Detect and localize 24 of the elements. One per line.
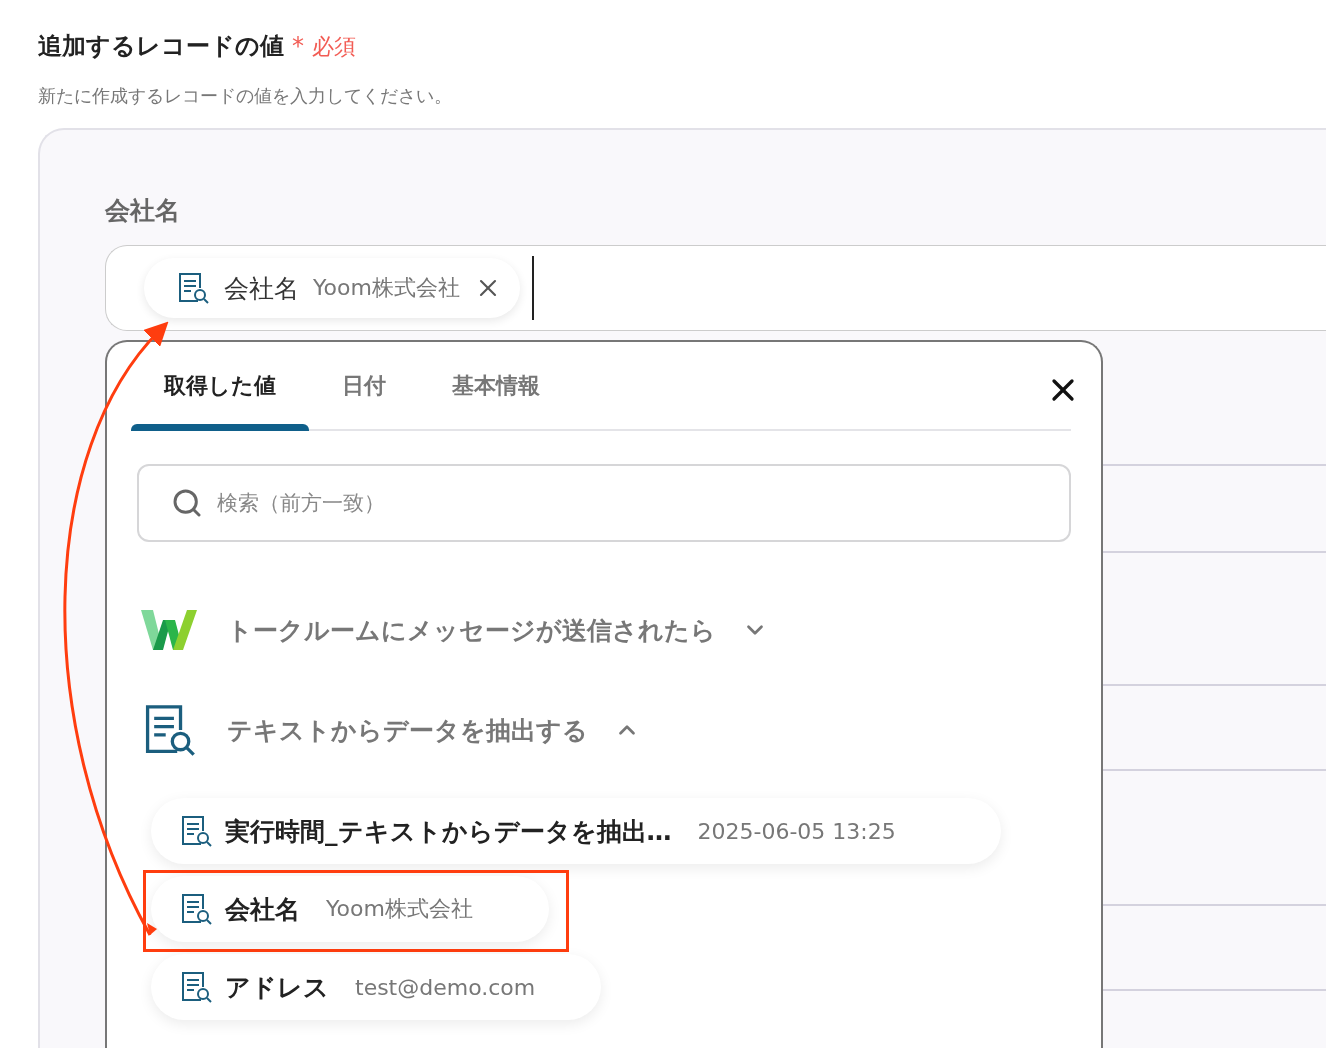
- group-toggle[interactable]: トークルームにメッセージが送信されたら: [227, 613, 768, 647]
- tab[interactable]: 取得した値: [131, 342, 309, 429]
- text-cursor: [531, 256, 534, 320]
- required-asterisk: *: [292, 32, 304, 60]
- input-field[interactable]: 会社名 Yoom株式会社: [105, 245, 1326, 331]
- required-label: 必須: [312, 33, 356, 61]
- section-description: 新たに作成するレコードの値を入力してください。: [38, 84, 453, 108]
- field-label: 会社名: [105, 195, 181, 227]
- search-icon: [171, 487, 203, 519]
- chip-name: 会社名: [224, 272, 299, 305]
- document-search-icon: [176, 271, 210, 305]
- group-toggle[interactable]: テキストからデータを抽出する: [227, 713, 640, 747]
- value-item[interactable]: 実行時間_テキストからデータを抽出… 2025-06-05 13:25: [151, 798, 1001, 864]
- value-item[interactable]: 会社名 Yoom株式会社: [151, 876, 549, 942]
- w-logo-icon: [141, 610, 197, 650]
- value-item[interactable]: アドレス test@demo.com: [151, 954, 601, 1020]
- tab[interactable]: 日付: [309, 342, 419, 429]
- tab[interactable]: 基本情報: [419, 342, 573, 429]
- document-search-icon: [179, 892, 213, 926]
- search-field[interactable]: 検索（前方一致）: [137, 464, 1071, 542]
- section-title: 追加するレコードの値: [38, 31, 284, 62]
- document-search-icon: [179, 970, 213, 1004]
- document-search-icon: [179, 814, 213, 848]
- chip-value: Yoom株式会社: [313, 274, 460, 302]
